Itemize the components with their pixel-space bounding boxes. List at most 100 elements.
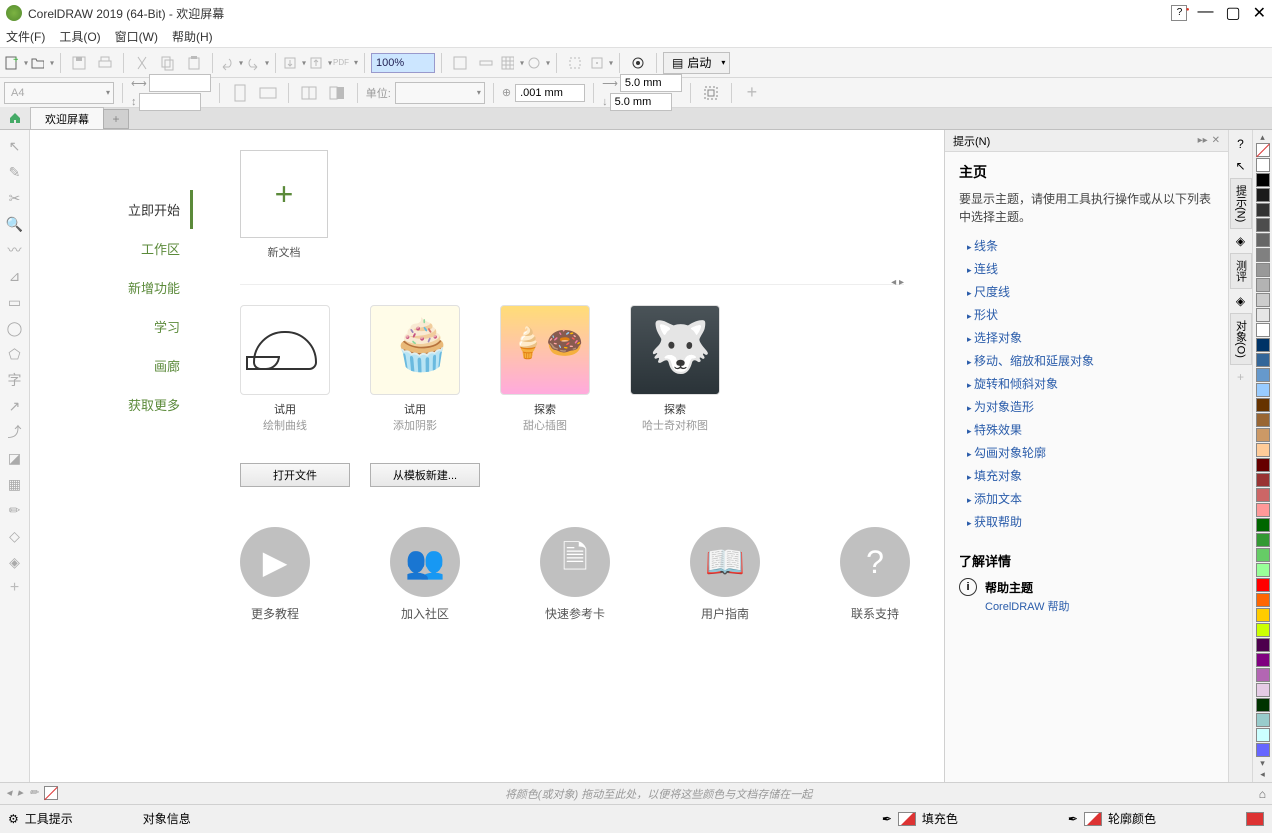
coreldraw-help-link[interactable]: CorelDRAW 帮助 — [985, 598, 1214, 614]
publish-pdf-button[interactable]: PDF — [334, 51, 358, 75]
nudge-input[interactable] — [515, 84, 585, 102]
hint-link-9[interactable]: 勾画对象轮廓 — [959, 441, 1214, 464]
swatch-15[interactable] — [1256, 383, 1270, 397]
swatch-23[interactable] — [1256, 503, 1270, 517]
open-file-button[interactable]: 打开文件 — [240, 463, 350, 487]
side-tab-hints[interactable]: 提示(N) — [1230, 178, 1252, 229]
swatch-7[interactable] — [1256, 263, 1270, 277]
swatch-19[interactable] — [1256, 443, 1270, 457]
fullscreen-button[interactable] — [448, 51, 472, 75]
notification-icon[interactable]: ? — [1171, 5, 1187, 21]
undo-button[interactable] — [219, 51, 243, 75]
sidebar-getmore[interactable]: 获取更多 — [30, 385, 180, 424]
swatch-33[interactable] — [1256, 653, 1270, 667]
sample-1[interactable]: 试用 添加阴影 — [370, 305, 460, 433]
palette-expand[interactable]: ◂ — [1260, 769, 1265, 780]
doc-no-color-swatch[interactable] — [44, 786, 58, 800]
current-page-button[interactable] — [325, 81, 349, 105]
side-tab-test[interactable]: 测评 — [1230, 253, 1252, 289]
swatch-17[interactable] — [1256, 413, 1270, 427]
palette-home-icon[interactable]: ⌂ — [1259, 787, 1266, 801]
fill-indicator[interactable] — [898, 812, 916, 826]
hints-close-icon[interactable]: ✕ — [1212, 135, 1220, 146]
polygon-tool[interactable]: ⬠ — [3, 342, 27, 366]
resource-tutorials[interactable]: ▶ 更多教程 — [240, 527, 310, 622]
paste-button[interactable] — [182, 51, 206, 75]
hint-link-1[interactable]: 连线 — [959, 257, 1214, 280]
home-tab-icon[interactable] — [0, 107, 30, 129]
side-help-icon[interactable]: ? — [1231, 134, 1251, 154]
menu-help[interactable]: 帮助(H) — [172, 28, 213, 45]
from-template-button[interactable]: 从模板新建... — [370, 463, 480, 487]
resource-community[interactable]: 👥 加入社区 — [390, 527, 460, 622]
swatch-34[interactable] — [1256, 668, 1270, 682]
swatch-11[interactable] — [1256, 323, 1270, 337]
page-size-combo[interactable]: A4 — [4, 82, 114, 104]
parallel-dim-tool[interactable]: ↗ — [3, 394, 27, 418]
palette-nav-left[interactable]: ◂ — [6, 786, 12, 801]
swatch-12[interactable] — [1256, 338, 1270, 352]
swatch-1[interactable] — [1256, 173, 1270, 187]
sidebar-workspace[interactable]: 工作区 — [30, 229, 180, 268]
side-pointer-icon[interactable]: ↖ — [1231, 156, 1251, 176]
swatch-21[interactable] — [1256, 473, 1270, 487]
swatch-26[interactable] — [1256, 548, 1270, 562]
swatch-36[interactable] — [1256, 698, 1270, 712]
menu-file[interactable]: 文件(F) — [6, 28, 45, 45]
outline-indicator[interactable] — [1084, 812, 1102, 826]
hint-link-12[interactable]: 获取帮助 — [959, 510, 1214, 533]
side-add-icon[interactable]: + — [1231, 367, 1251, 387]
hint-link-6[interactable]: 旋转和倾斜对象 — [959, 372, 1214, 395]
add-preset-button[interactable]: + — [740, 81, 764, 105]
open-button[interactable] — [30, 51, 54, 75]
options-button[interactable] — [626, 51, 650, 75]
sidebar-learn[interactable]: 学习 — [30, 307, 180, 346]
hint-link-7[interactable]: 为对象造形 — [959, 395, 1214, 418]
resource-quickref[interactable]: 🗎 快速参考卡 — [540, 527, 610, 622]
swatch-18[interactable] — [1256, 428, 1270, 442]
swatch-25[interactable] — [1256, 533, 1270, 547]
import-button[interactable] — [282, 51, 306, 75]
portrait-button[interactable] — [228, 81, 252, 105]
side-layers-icon[interactable]: ◈ — [1231, 291, 1251, 311]
swatch-37[interactable] — [1256, 713, 1270, 727]
hint-link-4[interactable]: 选择对象 — [959, 326, 1214, 349]
treat-as-filled-button[interactable] — [699, 81, 723, 105]
dup-y-input[interactable] — [610, 93, 672, 111]
swatch-28[interactable] — [1256, 578, 1270, 592]
close-button[interactable]: ✕ — [1253, 3, 1266, 23]
hint-link-8[interactable]: 特殊效果 — [959, 418, 1214, 441]
pick-tool[interactable]: ↖ — [3, 134, 27, 158]
transparency-tool[interactable]: ▦ — [3, 472, 27, 496]
palette-nav-right[interactable]: ▸ — [18, 786, 24, 801]
swatch-8[interactable] — [1256, 278, 1270, 292]
hint-link-5[interactable]: 移动、缩放和延展对象 — [959, 349, 1214, 372]
minimize-button[interactable]: — — [1197, 3, 1213, 23]
page-width-input[interactable] — [149, 74, 211, 92]
artistic-media-tool[interactable]: ⊿ — [3, 264, 27, 288]
swatch-22[interactable] — [1256, 488, 1270, 502]
palette-down[interactable]: ▾ — [1260, 758, 1265, 769]
zoom-tool[interactable]: 🔍 — [3, 212, 27, 236]
launch-dropdown[interactable]: ▤ 启动 — [663, 52, 730, 74]
drop-shadow-tool[interactable]: ◪ — [3, 446, 27, 470]
eyedropper-icon[interactable]: ✏ — [29, 786, 38, 801]
page-height-input[interactable] — [139, 93, 201, 111]
maximize-button[interactable]: ▢ — [1225, 3, 1240, 23]
sample-3[interactable]: 探索 哈士奇对称图 — [630, 305, 720, 433]
no-color-swatch[interactable] — [1256, 143, 1270, 157]
swatch-29[interactable] — [1256, 593, 1270, 607]
swatch-2[interactable] — [1256, 188, 1270, 202]
shape-tool[interactable]: ✎ — [3, 160, 27, 184]
grid-button[interactable] — [500, 51, 524, 75]
hints-collapse-icon[interactable]: ▸▸ — [1198, 135, 1208, 146]
sample-0[interactable]: 试用 绘制曲线 — [240, 305, 330, 433]
side-diamond-icon[interactable]: ◈ — [1231, 231, 1251, 251]
new-document-tile[interactable]: + — [240, 150, 328, 238]
swatch-5[interactable] — [1256, 233, 1270, 247]
resource-guide[interactable]: 📖 用户指南 — [690, 527, 760, 622]
swatch-32[interactable] — [1256, 638, 1270, 652]
new-button[interactable]: + — [4, 51, 28, 75]
copy-button[interactable] — [156, 51, 180, 75]
crop-tool[interactable]: ✂ — [3, 186, 27, 210]
